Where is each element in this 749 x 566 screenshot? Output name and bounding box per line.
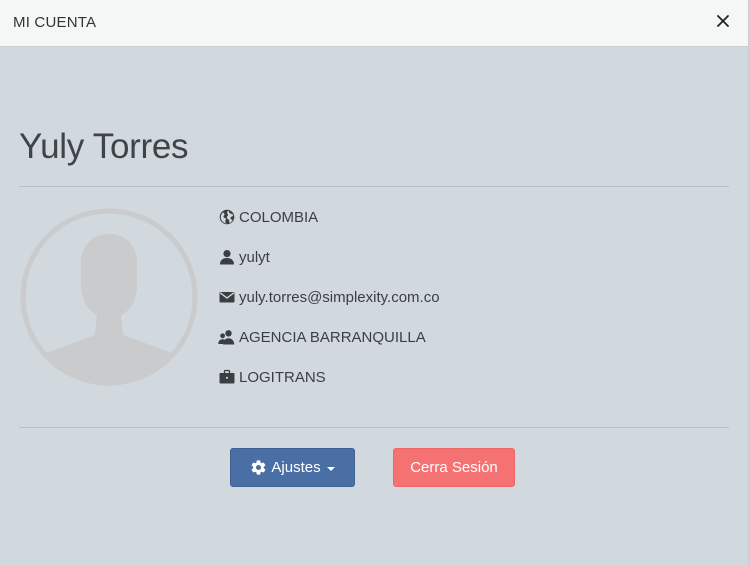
avatar	[19, 207, 199, 387]
briefcase-icon	[218, 369, 235, 386]
users-icon	[218, 329, 235, 346]
agency-label: AGENCIA BARRANQUILLA	[239, 328, 426, 346]
globe-icon	[218, 209, 235, 226]
logout-button-label: Cerra Sesión	[410, 459, 498, 476]
username-row: yulyt	[218, 247, 270, 267]
email-row: yuly.torres@simplexity.com.co	[218, 287, 440, 307]
agency-row: AGENCIA BARRANQUILLA	[218, 327, 426, 347]
gear-icon	[250, 459, 267, 476]
close-icon	[717, 15, 729, 27]
settings-button-label: Ajustes	[271, 459, 321, 476]
modal-title: MI CUENTA	[13, 14, 97, 31]
username-label: yulyt	[239, 248, 270, 266]
company-row: LOGITRANS	[218, 367, 326, 387]
account-modal: MI CUENTA Yuly Torres COLOMBIA yulyt yul…	[0, 0, 749, 566]
close-button[interactable]	[715, 12, 731, 30]
company-label: LOGITRANS	[239, 368, 326, 386]
envelope-icon	[218, 289, 235, 306]
user-silhouette-icon	[20, 208, 198, 386]
divider-bottom	[19, 427, 729, 428]
divider-top	[19, 186, 729, 187]
user-icon	[218, 249, 235, 266]
country-label: COLOMBIA	[239, 208, 319, 226]
caret-down-icon	[326, 467, 335, 471]
email-label: yuly.torres@simplexity.com.co	[239, 288, 440, 306]
modal-header: MI CUENTA	[0, 0, 748, 47]
profile-name: Yuly Torres	[19, 127, 189, 166]
settings-dropdown-button[interactable]: Ajustes	[230, 448, 355, 487]
country-row: COLOMBIA	[218, 207, 318, 227]
logout-button[interactable]: Cerra Sesión	[393, 448, 515, 487]
